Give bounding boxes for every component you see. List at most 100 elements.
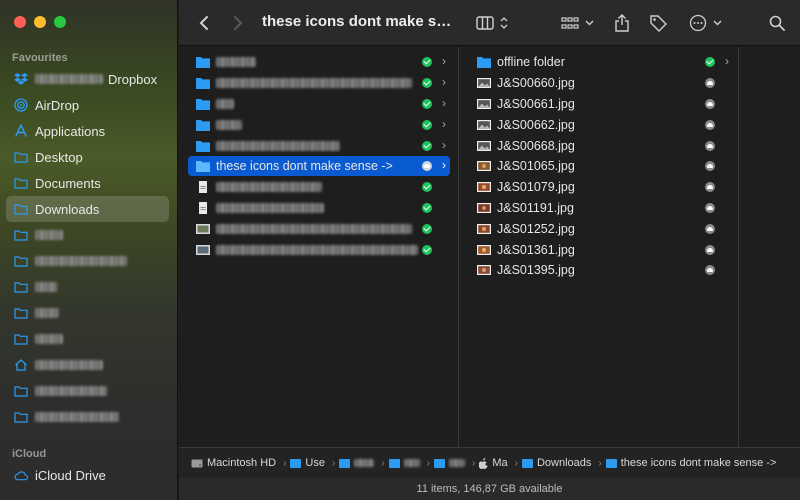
sidebar-item-redacted[interactable] bbox=[6, 326, 169, 352]
list-item[interactable]: J&S01361.jpg bbox=[469, 240, 733, 260]
list-item[interactable]: J&S00660.jpg bbox=[469, 73, 733, 93]
sidebar-item-redacted[interactable] bbox=[6, 404, 169, 430]
forward-button[interactable] bbox=[233, 0, 243, 46]
sidebar-item-airdrop[interactable]: AirDrop bbox=[6, 92, 169, 118]
group-button[interactable] bbox=[561, 0, 594, 46]
sidebar-item-dropbox[interactable]: Dropbox bbox=[6, 66, 169, 92]
sidebar-item-label: Dropbox bbox=[108, 71, 158, 87]
more-actions-button[interactable] bbox=[689, 0, 722, 46]
sidebar-item-redacted[interactable] bbox=[6, 248, 169, 274]
icloud-header: iCloud bbox=[12, 448, 47, 460]
folder-icon bbox=[196, 57, 210, 68]
path-segment-mac[interactable]: Ma bbox=[479, 457, 508, 469]
search-button[interactable] bbox=[769, 0, 785, 46]
list-item[interactable]: J&S00662.jpg bbox=[469, 115, 733, 135]
sidebar-item-redacted[interactable] bbox=[6, 300, 169, 326]
chevron-right-icon: › bbox=[725, 54, 729, 68]
sidebar-item-documents[interactable]: Documents bbox=[6, 170, 169, 196]
folder-icon bbox=[14, 306, 28, 320]
list-item[interactable]: J&S00668.jpg bbox=[469, 136, 733, 156]
list-item[interactable]: offline folder › bbox=[469, 52, 733, 72]
list-item[interactable] bbox=[188, 177, 450, 197]
image-thumbnail-icon bbox=[477, 182, 491, 192]
list-item[interactable] bbox=[188, 240, 450, 260]
path-segment-current[interactable]: these icons dont make sense -> bbox=[605, 457, 777, 469]
redacted-name bbox=[35, 412, 119, 422]
path-segment-redacted[interactable] bbox=[434, 458, 466, 468]
list-item[interactable]: › bbox=[188, 52, 450, 72]
list-item[interactable]: J&S01395.jpg bbox=[469, 260, 733, 280]
applications-icon bbox=[14, 124, 28, 138]
item-name: J&S01065.jpg bbox=[497, 159, 575, 173]
zoom-window-button[interactable] bbox=[54, 16, 66, 28]
path-segment-redacted[interactable] bbox=[388, 458, 420, 468]
image-thumbnail-icon bbox=[196, 245, 210, 255]
folder-icon bbox=[14, 332, 28, 346]
path-segment-label: Use bbox=[305, 457, 325, 469]
item-name: offline folder bbox=[497, 55, 565, 69]
image-thumbnail-icon bbox=[477, 141, 491, 151]
list-item[interactable]: › bbox=[188, 94, 450, 114]
folder-icon bbox=[196, 161, 210, 172]
list-item[interactable]: J&S01079.jpg bbox=[469, 177, 733, 197]
list-item[interactable] bbox=[188, 198, 450, 218]
list-item[interactable]: › bbox=[188, 115, 450, 135]
sidebar-item-desktop[interactable]: Desktop bbox=[6, 144, 169, 170]
share-icon bbox=[615, 14, 629, 32]
sidebar-item-label: iCloud Drive bbox=[35, 467, 106, 483]
path-segment-redacted[interactable] bbox=[339, 458, 375, 468]
redacted-name bbox=[35, 74, 103, 84]
sidebar-item-applications[interactable]: Applications bbox=[6, 118, 169, 144]
synced-status-icon bbox=[422, 99, 432, 109]
folder-icon bbox=[196, 120, 210, 131]
sidebar-item-redacted[interactable] bbox=[6, 222, 169, 248]
synced-status-icon bbox=[422, 141, 432, 151]
list-item[interactable]: J&S01252.jpg bbox=[469, 219, 733, 239]
cloud-icon bbox=[14, 468, 28, 482]
favourites-header: Favourites bbox=[12, 52, 68, 64]
list-item[interactable]: › bbox=[188, 136, 450, 156]
folder-icon bbox=[339, 458, 351, 468]
item-name: J&S00660.jpg bbox=[497, 76, 575, 90]
dropbox-icon bbox=[14, 72, 28, 86]
sidebar-item-label: Documents bbox=[35, 175, 101, 191]
close-window-button[interactable] bbox=[14, 16, 26, 28]
sidebar-item-redacted[interactable] bbox=[6, 378, 169, 404]
list-item-selected[interactable]: these icons dont make sense -> › bbox=[188, 156, 450, 176]
path-segment-label: these icons dont make sense -> bbox=[620, 457, 777, 469]
synced-status-icon bbox=[422, 224, 432, 234]
folder-icon bbox=[290, 458, 302, 468]
list-item[interactable]: J&S00661.jpg bbox=[469, 94, 733, 114]
list-item[interactable]: J&S01065.jpg bbox=[469, 156, 733, 176]
tag-button[interactable] bbox=[649, 0, 667, 46]
window-title: these icons dont make sense -> bbox=[262, 13, 457, 30]
minimize-window-button[interactable] bbox=[34, 16, 46, 28]
sidebar-item-redacted-home[interactable] bbox=[6, 352, 169, 378]
list-item[interactable]: › bbox=[188, 73, 450, 93]
image-thumbnail-icon bbox=[477, 265, 491, 275]
synced-status-icon bbox=[705, 57, 715, 67]
image-thumbnail-icon bbox=[477, 78, 491, 88]
share-button[interactable] bbox=[615, 0, 629, 46]
sidebar-item-icloud-drive[interactable]: iCloud Drive bbox=[6, 462, 169, 488]
image-thumbnail-icon bbox=[477, 120, 491, 130]
path-segment-users[interactable]: Use bbox=[290, 457, 325, 469]
back-button[interactable] bbox=[199, 0, 209, 46]
path-segment-disk[interactable]: Macintosh HD bbox=[191, 457, 276, 469]
item-name: J&S00668.jpg bbox=[497, 139, 575, 153]
folder-icon bbox=[14, 384, 28, 398]
folder-icon bbox=[434, 458, 446, 468]
chevron-right-icon: › bbox=[442, 117, 446, 131]
cloud-status-icon bbox=[705, 203, 715, 213]
list-item[interactable]: J&S01191.jpg bbox=[469, 198, 733, 218]
cloud-status-icon bbox=[705, 141, 715, 151]
sidebar-item-redacted[interactable] bbox=[6, 274, 169, 300]
view-mode-button[interactable] bbox=[476, 0, 508, 46]
redacted-name bbox=[403, 459, 420, 467]
path-segment-downloads[interactable]: Downloads bbox=[521, 457, 591, 469]
browser-column-1: › › › › › these icons dont make sense ->… bbox=[179, 47, 459, 447]
item-name: J&S01191.jpg bbox=[497, 201, 574, 215]
sidebar-item-downloads[interactable]: Downloads bbox=[6, 196, 169, 222]
list-item[interactable] bbox=[188, 219, 450, 239]
document-icon bbox=[199, 202, 207, 214]
